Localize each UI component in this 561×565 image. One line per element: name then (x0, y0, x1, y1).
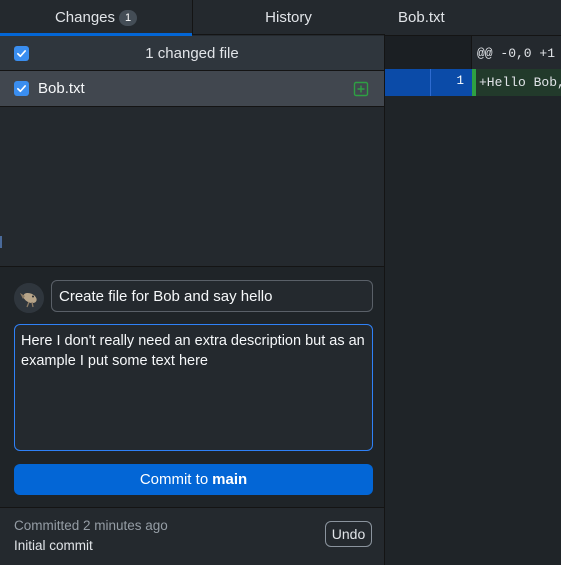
changes-count-badge: 1 (119, 9, 138, 26)
commit-description-input[interactable]: Here I don't really need an extra descri… (14, 324, 373, 451)
last-commit-message: Initial commit (14, 538, 93, 553)
commit-branch-name: main (212, 471, 248, 488)
diff-file-title: Bob.txt (398, 9, 445, 26)
last-commit-time: Committed 2 minutes ago (14, 518, 168, 533)
diff-view[interactable]: @@ -0,0 +1 1 +Hello Bob, (385, 36, 561, 565)
tab-history[interactable]: History (193, 0, 384, 35)
diff-line-text: +Hello Bob, (479, 75, 561, 90)
app-window: Changes 1 History 1 changed file Bob.txt (0, 0, 561, 565)
new-line-number-cell: 1 (430, 69, 472, 96)
user-avatar-icon (14, 283, 44, 313)
changed-files-count: 1 changed file (145, 44, 239, 62)
added-line-marker (472, 69, 476, 96)
tab-history-label: History (265, 9, 312, 26)
tab-changes-label: Changes (54, 9, 116, 26)
new-line-number: 1 (456, 74, 464, 88)
last-commit-panel: Committed 2 minutes ago Initial commit U… (0, 507, 384, 565)
diff-hunk-header: @@ -0,0 +1 (477, 46, 556, 61)
changed-file-row[interactable]: Bob.txt (0, 71, 384, 107)
diff-hunk-row: @@ -0,0 +1 (385, 36, 561, 69)
file-added-icon (353, 81, 369, 97)
file-include-checkbox[interactable] (14, 81, 29, 96)
changes-list-empty-area (0, 107, 384, 266)
sidebar-tabs: Changes 1 History (0, 0, 385, 36)
undo-button[interactable]: Undo (325, 521, 372, 547)
changed-file-name: Bob.txt (38, 80, 85, 97)
changed-files-header: 1 changed file (0, 36, 384, 71)
commit-button[interactable]: Commit to main (14, 464, 373, 495)
diff-added-line[interactable]: 1 +Hello Bob, (385, 69, 561, 96)
commit-button-label: Commit to (139, 471, 209, 488)
old-line-number-cell (385, 69, 430, 96)
checkmark-icon (17, 85, 26, 93)
select-all-checkbox[interactable] (14, 46, 29, 61)
edge-indicator (0, 236, 2, 248)
commit-form: Here I don't really need an extra descri… (0, 266, 384, 507)
diff-header: Bob.txt (385, 0, 561, 36)
diff-gutter (385, 36, 472, 69)
diff-pane: Bob.txt @@ -0,0 +1 1 +Hello Bob, (385, 0, 561, 565)
changes-sidebar: Changes 1 History 1 changed file Bob.txt (0, 0, 385, 565)
commit-summary-input[interactable] (51, 280, 373, 312)
diff-gutter (385, 96, 472, 565)
tab-changes[interactable]: Changes 1 (0, 0, 193, 36)
checkmark-icon (17, 50, 26, 58)
